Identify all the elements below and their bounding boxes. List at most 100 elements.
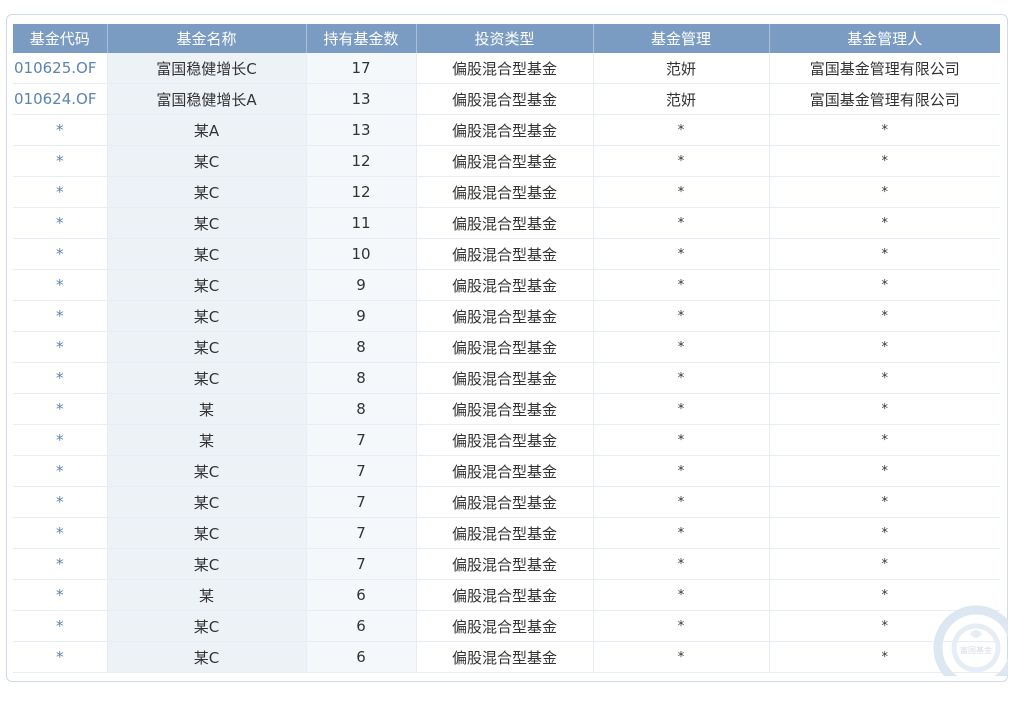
cell-fund-company: * [769, 517, 1000, 549]
cell-investment-type: 偏股混合型基金 [416, 331, 594, 363]
table-row[interactable]: * 某C 7 偏股混合型基金 * * [13, 455, 1000, 487]
table-row[interactable]: * 某C 7 偏股混合型基金 * * [13, 486, 1000, 518]
cell-fund-company: 富国基金管理有限公司 [769, 53, 1000, 84]
cell-fund-code[interactable]: 010624.OF [13, 83, 108, 115]
header-fund-name[interactable]: 基金名称 [107, 24, 307, 53]
cell-fund-company: * [769, 579, 1000, 611]
cell-fund-company: * [769, 424, 1000, 456]
table-row[interactable]: * 某C 6 偏股混合型基金 * * [13, 610, 1000, 642]
header-fund-code[interactable]: 基金代码 [13, 24, 108, 53]
cell-fund-company: * [769, 145, 1000, 177]
cell-fund-code[interactable]: * [13, 331, 108, 363]
cell-fund-manager: * [593, 548, 770, 580]
cell-investment-type: 偏股混合型基金 [416, 53, 594, 84]
header-fund-manager[interactable]: 基金管理 [593, 24, 770, 53]
cell-investment-type: 偏股混合型基金 [416, 145, 594, 177]
cell-holding-count: 6 [306, 610, 417, 642]
table-row[interactable]: * 某C 7 偏股混合型基金 * * [13, 517, 1000, 549]
cell-fund-name: 某A [107, 114, 307, 146]
cell-fund-company: * [769, 393, 1000, 425]
cell-investment-type: 偏股混合型基金 [416, 548, 594, 580]
cell-holding-count: 13 [306, 83, 417, 115]
cell-fund-manager: 范妍 [593, 53, 770, 84]
table-row[interactable]: * 某C 12 偏股混合型基金 * * [13, 176, 1000, 208]
cell-fund-code[interactable]: * [13, 145, 108, 177]
cell-investment-type: 偏股混合型基金 [416, 486, 594, 518]
cell-fund-manager: * [593, 269, 770, 301]
fund-holdings-table: 基金代码 基金名称 持有基金数 投资类型 基金管理 基金管理人 010625.O… [13, 24, 1000, 673]
cell-fund-name: 某 [107, 579, 307, 611]
cell-fund-code[interactable]: * [13, 362, 108, 394]
table-row[interactable]: * 某A 13 偏股混合型基金 * * [13, 114, 1000, 146]
cell-investment-type: 偏股混合型基金 [416, 455, 594, 487]
cell-fund-company: * [769, 238, 1000, 270]
header-investment-type[interactable]: 投资类型 [416, 24, 594, 53]
cell-holding-count: 12 [306, 176, 417, 208]
cell-fund-code[interactable]: * [13, 424, 108, 456]
cell-fund-code[interactable]: 010625.OF [13, 53, 108, 84]
cell-fund-code[interactable]: * [13, 641, 108, 673]
cell-fund-company: * [769, 486, 1000, 518]
cell-holding-count: 12 [306, 145, 417, 177]
cell-fund-company: * [769, 362, 1000, 394]
cell-fund-code[interactable]: * [13, 548, 108, 580]
table-row[interactable]: * 某C 11 偏股混合型基金 * * [13, 207, 1000, 239]
table-row[interactable]: * 某C 12 偏股混合型基金 * * [13, 145, 1000, 177]
cell-fund-manager: * [593, 176, 770, 208]
table-row[interactable]: * 某C 8 偏股混合型基金 * * [13, 331, 1000, 363]
cell-investment-type: 偏股混合型基金 [416, 207, 594, 239]
table-row[interactable]: * 某 8 偏股混合型基金 * * [13, 393, 1000, 425]
table-row[interactable]: * 某C 6 偏股混合型基金 * * [13, 641, 1000, 673]
cell-fund-manager: * [593, 486, 770, 518]
cell-holding-count: 8 [306, 362, 417, 394]
cell-fund-name: 某C [107, 207, 307, 239]
cell-fund-code[interactable]: * [13, 455, 108, 487]
table-row[interactable]: * 某 6 偏股混合型基金 * * [13, 579, 1000, 611]
table-row[interactable]: * 某C 9 偏股混合型基金 * * [13, 300, 1000, 332]
cell-holding-count: 8 [306, 393, 417, 425]
cell-fund-manager: * [593, 362, 770, 394]
cell-fund-code[interactable]: * [13, 610, 108, 642]
cell-fund-code[interactable]: * [13, 393, 108, 425]
header-holding-count[interactable]: 持有基金数 [306, 24, 417, 53]
cell-fund-code[interactable]: * [13, 517, 108, 549]
table-row[interactable]: * 某 7 偏股混合型基金 * * [13, 424, 1000, 456]
table-row[interactable]: * 某C 9 偏股混合型基金 * * [13, 269, 1000, 301]
cell-fund-company: * [769, 176, 1000, 208]
cell-fund-code[interactable]: * [13, 486, 108, 518]
cell-investment-type: 偏股混合型基金 [416, 517, 594, 549]
table-row[interactable]: * 某C 8 偏股混合型基金 * * [13, 362, 1000, 394]
cell-holding-count: 17 [306, 53, 417, 84]
cell-fund-code[interactable]: * [13, 300, 108, 332]
cell-fund-company: * [769, 610, 1000, 642]
cell-fund-name: 某C [107, 455, 307, 487]
cell-fund-code[interactable]: * [13, 207, 108, 239]
cell-fund-company: * [769, 641, 1000, 673]
table-row[interactable]: 010625.OF 富国稳健增长C 17 偏股混合型基金 范妍 富国基金管理有限公司 [13, 53, 1000, 84]
cell-fund-code[interactable]: * [13, 176, 108, 208]
cell-holding-count: 8 [306, 331, 417, 363]
cell-fund-name: 某 [107, 393, 307, 425]
table-row[interactable]: 010624.OF 富国稳健增长A 13 偏股混合型基金 范妍 富国基金管理有限公司 [13, 83, 1000, 115]
cell-fund-code[interactable]: * [13, 238, 108, 270]
cell-fund-manager: * [593, 145, 770, 177]
cell-fund-manager: 范妍 [593, 83, 770, 115]
cell-fund-name: 某C [107, 486, 307, 518]
cell-holding-count: 7 [306, 486, 417, 518]
cell-investment-type: 偏股混合型基金 [416, 641, 594, 673]
cell-fund-company: * [769, 548, 1000, 580]
cell-investment-type: 偏股混合型基金 [416, 393, 594, 425]
table-header-row: 基金代码 基金名称 持有基金数 投资类型 基金管理 基金管理人 [13, 24, 1000, 53]
cell-investment-type: 偏股混合型基金 [416, 362, 594, 394]
header-fund-company[interactable]: 基金管理人 [769, 24, 1000, 53]
cell-fund-code[interactable]: * [13, 269, 108, 301]
cell-fund-manager: * [593, 641, 770, 673]
cell-fund-code[interactable]: * [13, 579, 108, 611]
table-row[interactable]: * 某C 7 偏股混合型基金 * * [13, 548, 1000, 580]
cell-holding-count: 9 [306, 300, 417, 332]
table-row[interactable]: * 某C 10 偏股混合型基金 * * [13, 238, 1000, 270]
cell-fund-code[interactable]: * [13, 114, 108, 146]
cell-fund-name: 某C [107, 300, 307, 332]
cell-fund-company: * [769, 269, 1000, 301]
cell-fund-company: * [769, 331, 1000, 363]
